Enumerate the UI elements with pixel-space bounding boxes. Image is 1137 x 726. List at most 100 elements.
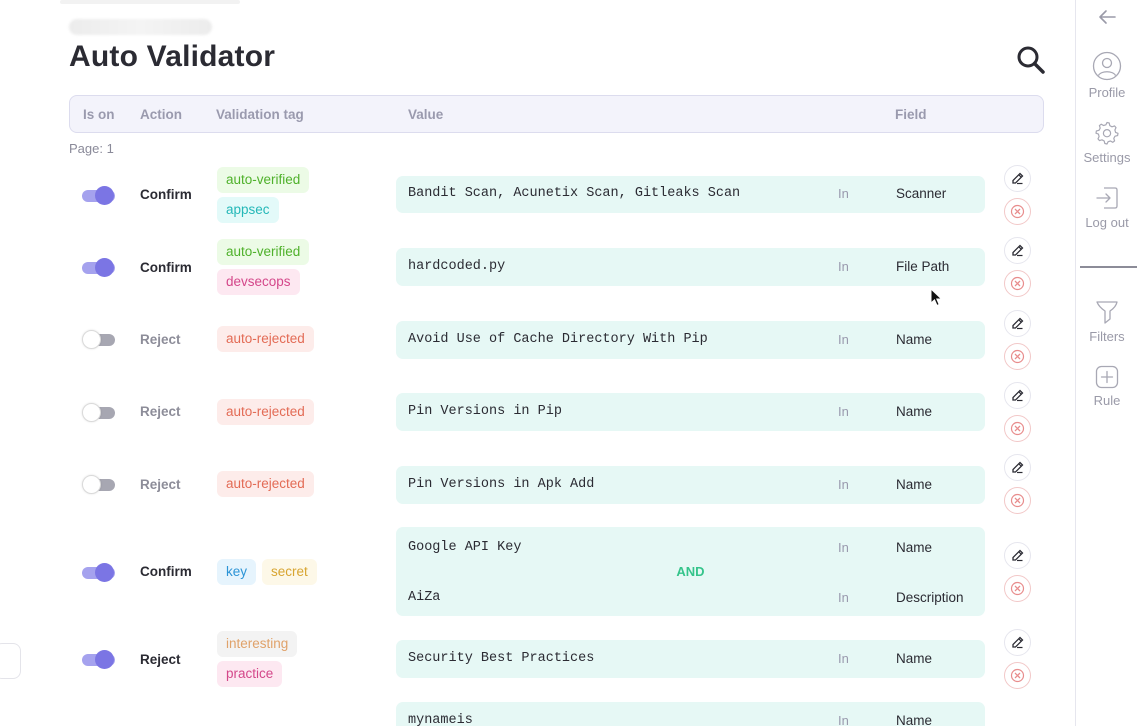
condition-operator: In (838, 259, 849, 274)
delete-button[interactable] (1004, 270, 1031, 297)
edit-button[interactable] (1004, 237, 1031, 264)
edit-icon (1012, 172, 1024, 185)
close-circle-icon (1010, 204, 1025, 219)
edit-button[interactable] (1004, 310, 1031, 337)
condition-operator: In (838, 713, 849, 726)
rule-toggle[interactable] (82, 475, 115, 494)
back-button[interactable] (1076, 9, 1137, 25)
page-title: Auto Validator (69, 40, 276, 73)
close-circle-icon (1010, 493, 1025, 508)
tag-badge: devsecops (217, 269, 300, 295)
condition-value: mynameis (408, 713, 473, 726)
condition-operator: In (838, 404, 849, 419)
tag-badge: auto-rejected (217, 326, 314, 352)
delete-button[interactable] (1004, 198, 1031, 225)
edit-button[interactable] (1004, 454, 1031, 481)
condition-box: hardcoded.py In File Path (396, 248, 985, 286)
edit-button[interactable] (1004, 165, 1031, 192)
logout-icon (1096, 187, 1118, 209)
delete-button[interactable] (1004, 575, 1031, 602)
close-circle-icon (1010, 421, 1025, 436)
sidebar-item-label: Settings (1083, 150, 1131, 165)
condition-value: Pin Versions in Pip (408, 404, 562, 419)
tag-badge: appsec (217, 197, 279, 223)
sidebar-item-label: Log out (1085, 215, 1129, 230)
filter-icon (1096, 301, 1118, 324)
action-label: Reject (140, 332, 181, 347)
condition-value: Google API Key (408, 540, 522, 555)
delete-button[interactable] (1004, 415, 1031, 442)
action-label: Reject (140, 652, 181, 667)
collapsed-panel-tab[interactable] (0, 643, 21, 679)
condition-joiner: AND (676, 564, 705, 579)
condition-operator: In (838, 186, 849, 201)
sidebar-item-filters[interactable]: Filters (1076, 299, 1137, 344)
sidebar-item-rule[interactable]: Rule (1076, 365, 1137, 408)
delete-button[interactable] (1004, 662, 1031, 689)
condition-field: File Path (896, 259, 950, 274)
edit-button[interactable] (1004, 382, 1031, 409)
condition-value: Avoid Use of Cache Directory With Pip (408, 332, 708, 347)
condition-value: Pin Versions in Apk Add (408, 477, 595, 492)
close-circle-icon (1010, 581, 1025, 596)
condition-box: Pin Versions in Pip In Name (396, 393, 985, 431)
rule-toggle[interactable] (82, 403, 115, 422)
sidebar-item-logout[interactable]: Log out (1076, 185, 1137, 230)
delete-button[interactable] (1004, 343, 1031, 370)
rule-toggle[interactable] (82, 650, 115, 669)
edit-icon (1012, 636, 1024, 649)
condition-box: mynameis In Name (396, 702, 985, 726)
action-label: Confirm (140, 187, 192, 202)
condition-operator: In (838, 651, 849, 666)
search-icon (1017, 46, 1045, 74)
edit-icon (1012, 461, 1024, 474)
column-is-on: Is on (83, 107, 115, 122)
rule-toggle[interactable] (82, 186, 115, 205)
tag-badge: practice (217, 661, 283, 687)
edit-button[interactable] (1004, 629, 1031, 656)
condition-value: Security Best Practices (408, 651, 595, 666)
delete-button[interactable] (1004, 487, 1031, 514)
table-header: Is on Action Validation tag Value Field (69, 95, 1044, 133)
tag-badge: auto-verified (217, 167, 310, 193)
rule-toggle[interactable] (82, 563, 115, 582)
right-sidebar: Profile Settings Log out Filters Rule (1075, 0, 1137, 726)
condition-field: Name (896, 713, 933, 726)
plus-icon (1095, 365, 1119, 389)
search-button[interactable] (1016, 45, 1046, 75)
condition-operator: In (838, 540, 849, 555)
close-circle-icon (1010, 349, 1025, 364)
edit-button[interactable] (1004, 542, 1031, 569)
user-icon (1092, 51, 1122, 81)
sidebar-item-profile[interactable]: Profile (1076, 51, 1137, 100)
condition-value: Bandit Scan, Acunetix Scan, Gitleaks Sca… (408, 186, 741, 201)
sidebar-item-settings[interactable]: Settings (1076, 120, 1137, 165)
condition-field: Scanner (896, 186, 947, 201)
page-indicator: Page: 1 (69, 141, 114, 156)
edit-icon (1012, 244, 1024, 257)
action-label: Reject (140, 477, 181, 492)
condition-field: Name (896, 651, 933, 666)
condition-box: Pin Versions in Apk Add In Name (396, 466, 985, 504)
column-validation-tag: Validation tag (216, 107, 304, 122)
condition-operator: In (838, 332, 849, 347)
condition-value: AiZa (408, 590, 441, 605)
rule-toggle[interactable] (82, 258, 115, 277)
action-label: Reject (140, 404, 181, 419)
condition-box: Bandit Scan, Acunetix Scan, Gitleaks Sca… (396, 176, 985, 213)
condition-field: Name (896, 477, 933, 492)
breadcrumb-fragment (60, 0, 240, 4)
sidebar-item-label: Rule (1093, 393, 1121, 408)
edit-icon (1012, 389, 1024, 402)
condition-box: Avoid Use of Cache Directory With Pip In… (396, 321, 985, 359)
condition-field: Name (896, 404, 933, 419)
rule-toggle[interactable] (82, 330, 115, 349)
close-circle-icon (1010, 276, 1025, 291)
column-action: Action (140, 107, 182, 122)
edit-icon (1012, 549, 1024, 562)
tag-badge: auto-verified (217, 239, 310, 265)
sidebar-divider (1080, 266, 1137, 268)
condition-field: Name (896, 332, 933, 347)
mouse-cursor-icon (930, 288, 943, 307)
breadcrumb[interactable] (69, 19, 212, 35)
